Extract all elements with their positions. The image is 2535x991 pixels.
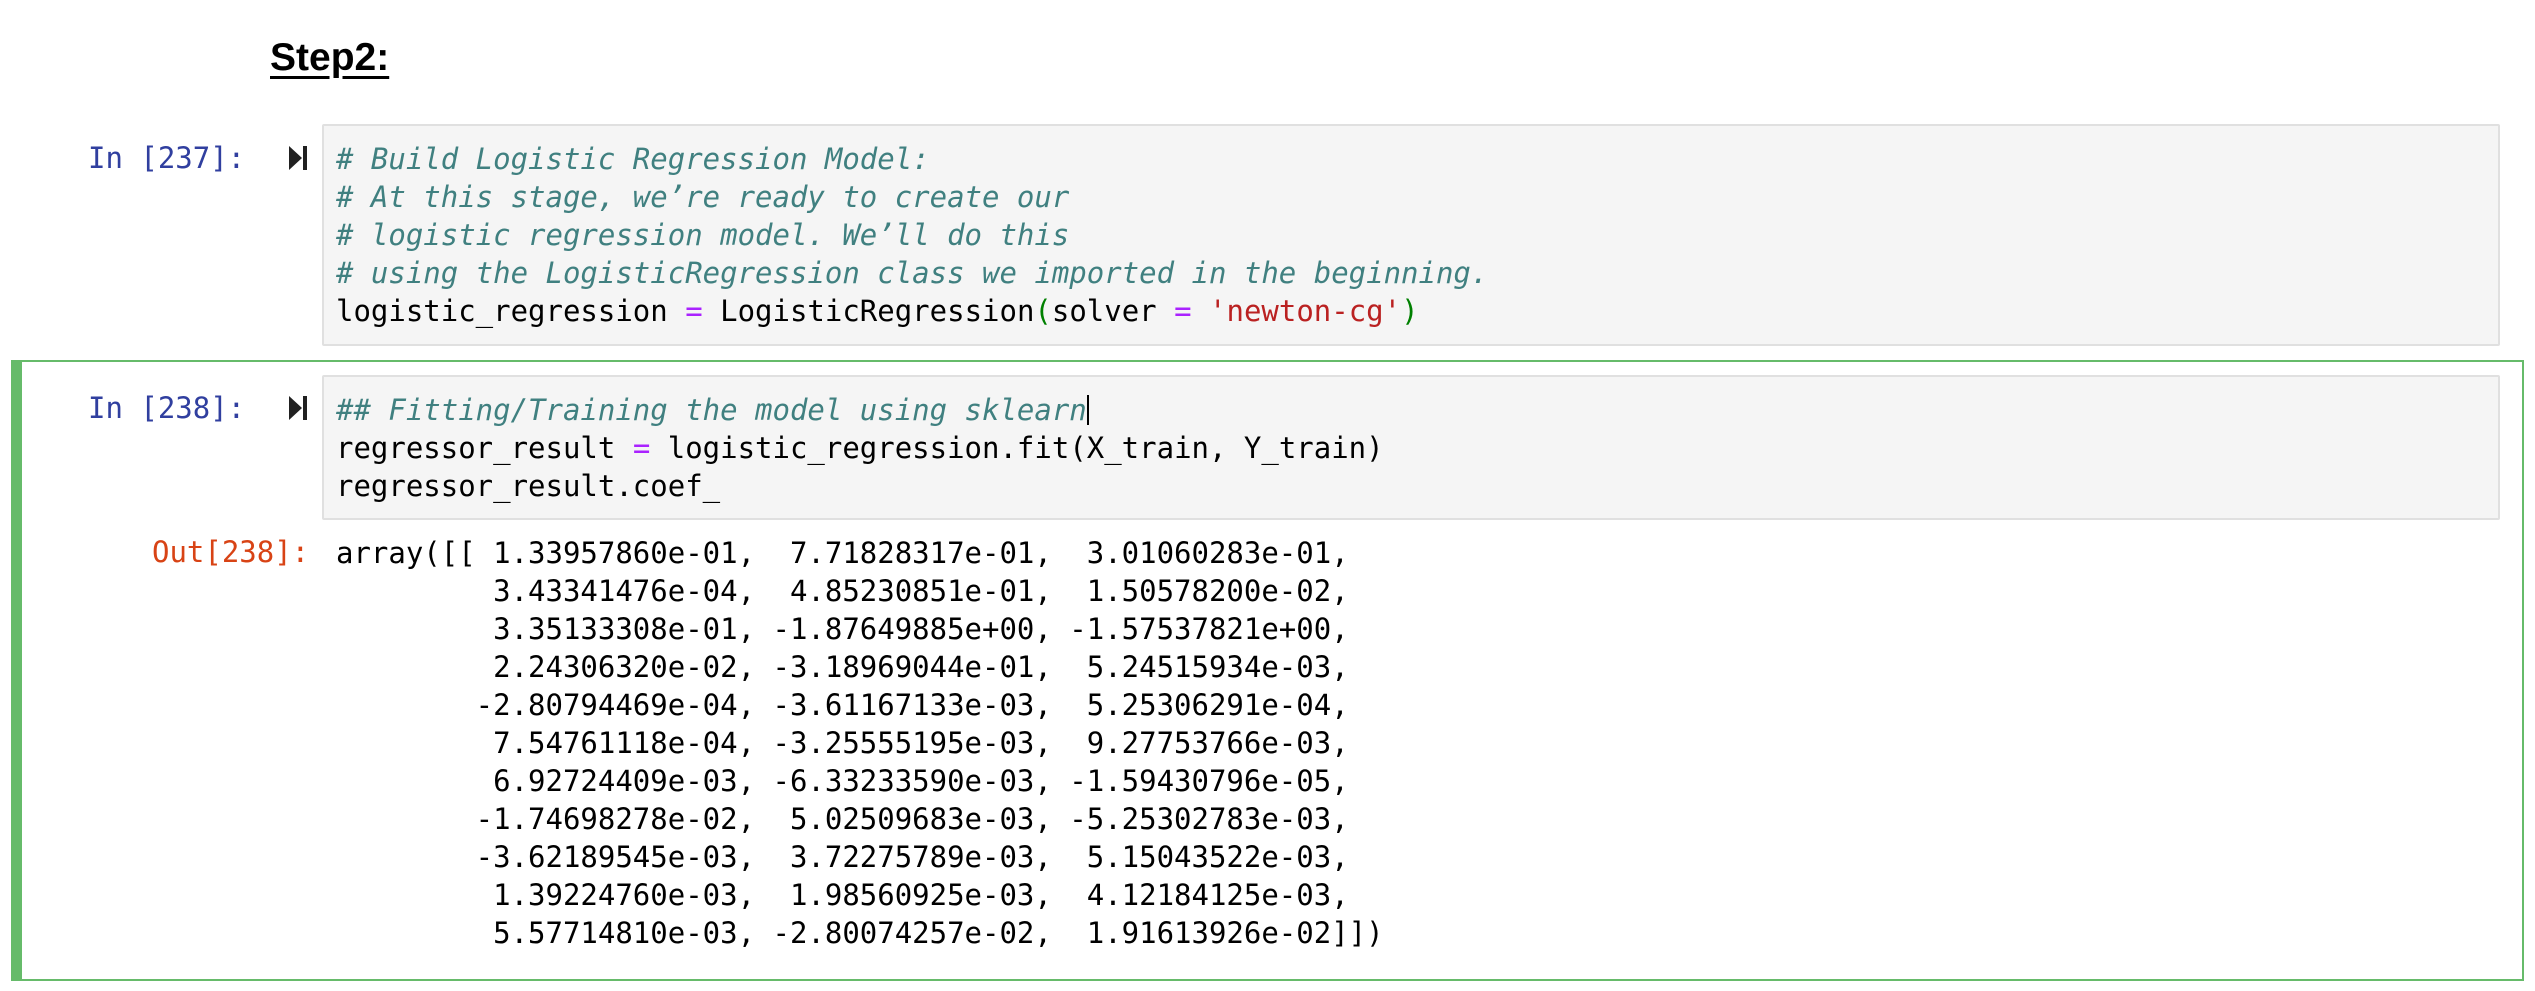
output-line: -1.74698278e-02, 5.02509683e-03, -5.2530… — [336, 802, 1349, 836]
code-text: regressor_result — [336, 431, 633, 465]
code-text: regressor_result.coef_ — [336, 469, 721, 503]
code-string: 'newton-cg' — [1209, 294, 1402, 328]
code-line: logistic_regression = LogisticRegression… — [336, 292, 1488, 330]
code-paren: ( — [1034, 294, 1052, 328]
cell-selection-bar — [13, 362, 22, 979]
output-line: 3.35133308e-01, -1.87649885e+00, -1.5753… — [336, 612, 1349, 646]
output-line: -3.62189545e-03, 3.72275789e-03, 5.15043… — [336, 840, 1349, 874]
code-editor[interactable]: ## Fitting/Training the model using skle… — [336, 391, 1384, 505]
code-operator: = — [632, 431, 651, 465]
code-text: solver — [1051, 294, 1175, 328]
code-editor[interactable]: # Build Logistic Regression Model: # At t… — [336, 140, 1488, 330]
code-line: # At this stage, we’re ready to create o… — [336, 178, 1488, 216]
code-line: regressor_result.coef_ — [336, 467, 1384, 505]
cell-output: array([[ 1.33957860e-01, 7.71828317e-01,… — [336, 534, 1384, 952]
output-line: 5.57714810e-03, -2.80074257e-02, 1.91613… — [336, 916, 1384, 950]
code-text: LogisticRegression — [702, 294, 1035, 328]
code-line: ## Fitting/Training the model using skle… — [336, 391, 1384, 429]
text-cursor — [1086, 395, 1089, 425]
output-line: array([[ 1.33957860e-01, 7.71828317e-01,… — [336, 536, 1349, 570]
output-line: 1.39224760e-03, 1.98560925e-03, 4.121841… — [336, 878, 1349, 912]
code-operator: = — [685, 294, 703, 328]
code-text: logistic_regression.fit(X_train, Y_train… — [650, 431, 1384, 465]
code-operator: = — [1174, 294, 1192, 328]
output-line: 2.24306320e-02, -3.18969044e-01, 5.24515… — [336, 650, 1349, 684]
output-line: -2.80794469e-04, -3.61167133e-03, 5.2530… — [336, 688, 1349, 722]
code-comment: # logistic regression model. We’ll do th… — [336, 218, 1070, 252]
output-line: 3.43341476e-04, 4.85230851e-01, 1.505782… — [336, 574, 1349, 608]
cell-prompt-out: Out[238]: — [152, 535, 310, 569]
code-line: regressor_result = logistic_regression.f… — [336, 429, 1384, 467]
run-cell-icon[interactable] — [286, 143, 310, 173]
code-paren: ) — [1401, 294, 1419, 328]
code-comment: # At this stage, we’re ready to create o… — [336, 180, 1070, 214]
code-comment: ## Fitting/Training the model using skle… — [336, 393, 1087, 427]
cell-prompt-in: In [237]: — [88, 141, 246, 175]
output-line: 6.92724409e-03, -6.33233590e-03, -1.5943… — [336, 764, 1349, 798]
run-cell-icon[interactable] — [286, 393, 310, 423]
code-input-area[interactable]: # Build Logistic Regression Model: # At t… — [322, 124, 2500, 346]
code-line: # logistic regression model. We’ll do th… — [336, 216, 1488, 254]
code-comment: # using the LogisticRegression class we … — [336, 256, 1489, 290]
code-comment: # Build Logistic Regression Model: — [336, 142, 930, 176]
output-line: 7.54761118e-04, -3.25555195e-03, 9.27753… — [336, 726, 1349, 760]
cell-prompt-in: In [238]: — [88, 391, 246, 425]
code-text: logistic_regression — [336, 294, 686, 328]
section-heading: Step2: — [270, 36, 390, 79]
code-line: # Build Logistic Regression Model: — [336, 140, 1488, 178]
code-input-area[interactable]: ## Fitting/Training the model using skle… — [322, 375, 2500, 520]
code-line: # using the LogisticRegression class we … — [336, 254, 1488, 292]
